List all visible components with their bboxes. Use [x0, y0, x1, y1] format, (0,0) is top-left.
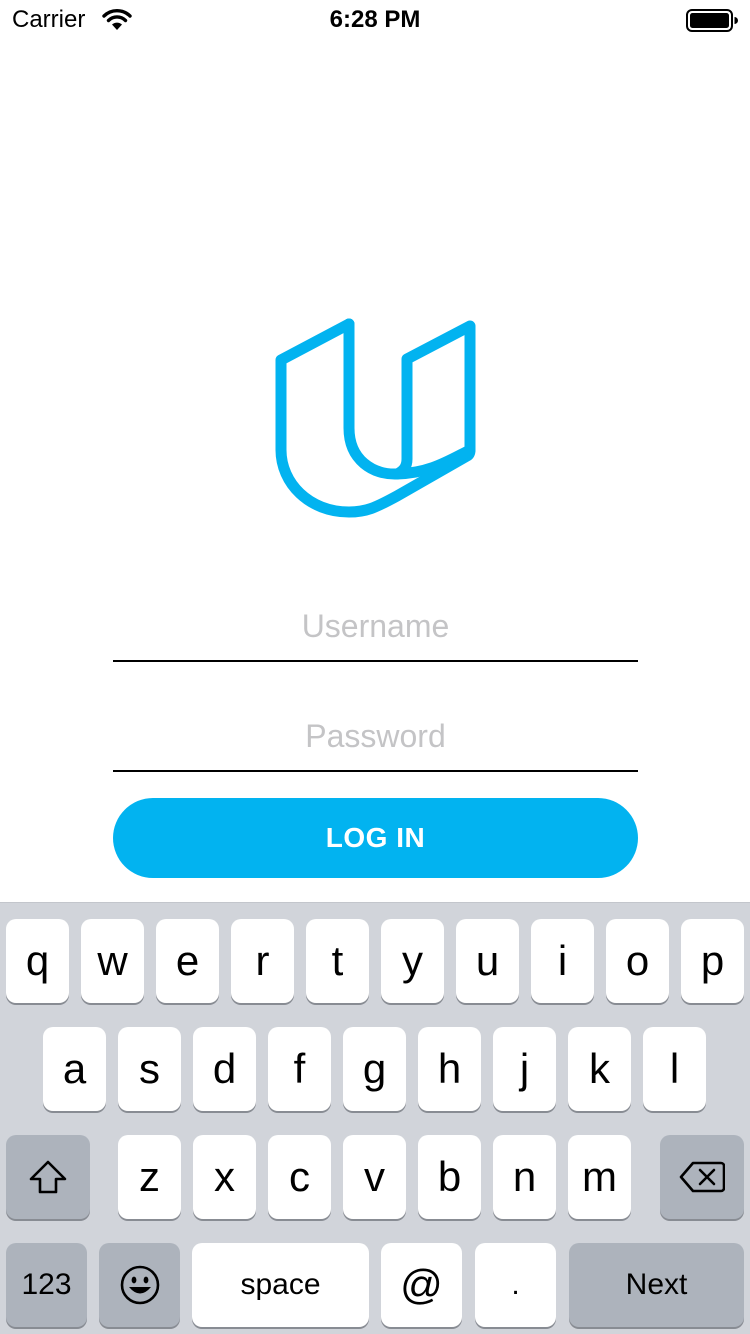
emoji-icon: [119, 1264, 161, 1306]
key-p[interactable]: p: [681, 919, 744, 1003]
numbers-key[interactable]: 123: [6, 1243, 87, 1327]
key-z[interactable]: z: [118, 1135, 181, 1219]
key-k[interactable]: k: [568, 1027, 631, 1111]
key-e[interactable]: e: [156, 919, 219, 1003]
key-v[interactable]: v: [343, 1135, 406, 1219]
key-t[interactable]: t: [306, 919, 369, 1003]
password-input[interactable]: [113, 702, 638, 770]
username-field[interactable]: [113, 592, 638, 662]
key-b[interactable]: b: [418, 1135, 481, 1219]
battery-icon: [686, 9, 738, 33]
key-x[interactable]: x: [193, 1135, 256, 1219]
delete-icon: [679, 1161, 725, 1193]
status-bar: Carrier 6:28 PM: [0, 0, 750, 40]
key-u[interactable]: u: [456, 919, 519, 1003]
key-s[interactable]: s: [118, 1027, 181, 1111]
emoji-key[interactable]: [99, 1243, 180, 1327]
delete-key[interactable]: [660, 1135, 744, 1219]
dot-key[interactable]: .: [475, 1243, 556, 1327]
key-j[interactable]: j: [493, 1027, 556, 1111]
shift-icon: [28, 1159, 68, 1195]
login-screen: Carrier 6:28 PM Username LOG IN q w e r …: [0, 0, 750, 1334]
login-button[interactable]: LOG IN: [113, 798, 638, 878]
key-m[interactable]: m: [568, 1135, 631, 1219]
username-input[interactable]: [113, 592, 638, 660]
key-d[interactable]: d: [193, 1027, 256, 1111]
udacity-logo: [272, 316, 478, 522]
key-r[interactable]: r: [231, 919, 294, 1003]
key-y[interactable]: y: [381, 919, 444, 1003]
keyboard: q w e r t y u i o p a s d f g h j k l z …: [0, 902, 750, 1334]
space-key[interactable]: space: [192, 1243, 369, 1327]
key-o[interactable]: o: [606, 919, 669, 1003]
password-field[interactable]: [113, 702, 638, 772]
status-time: 6:28 PM: [329, 6, 421, 33]
key-h[interactable]: h: [418, 1027, 481, 1111]
key-c[interactable]: c: [268, 1135, 331, 1219]
at-key[interactable]: @: [381, 1243, 462, 1327]
key-q[interactable]: q: [6, 919, 69, 1003]
next-key[interactable]: Next: [569, 1243, 744, 1327]
key-n[interactable]: n: [493, 1135, 556, 1219]
shift-key[interactable]: [6, 1135, 90, 1219]
key-w[interactable]: w: [81, 919, 144, 1003]
key-i[interactable]: i: [531, 919, 594, 1003]
key-a[interactable]: a: [43, 1027, 106, 1111]
key-g[interactable]: g: [343, 1027, 406, 1111]
key-f[interactable]: f: [268, 1027, 331, 1111]
key-l[interactable]: l: [643, 1027, 706, 1111]
